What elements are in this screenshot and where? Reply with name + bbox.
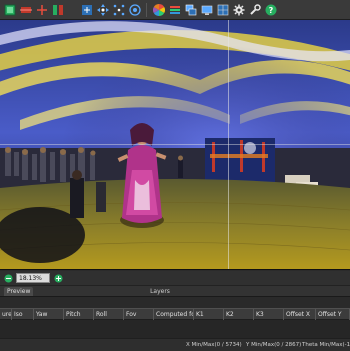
select-points-icon[interactable]	[111, 2, 126, 17]
layers-panel: ure Iso Yaw Pitch Roll Fov Computed foca…	[0, 296, 350, 351]
levels-icon[interactable]	[167, 2, 182, 17]
panorama-image	[0, 20, 350, 269]
zoom-controls	[0, 271, 350, 285]
panorama-icon[interactable]	[18, 2, 33, 17]
toolbar: ?	[0, 0, 350, 20]
color-wheel-icon[interactable]	[151, 2, 166, 17]
help-icon[interactable]: ?	[263, 2, 278, 17]
monitor-icon[interactable]	[199, 2, 214, 17]
table-header: ure Iso Yaw Pitch Roll Fov Computed foca…	[0, 308, 350, 321]
wrench-icon[interactable]	[247, 2, 262, 17]
status-theta-minmax: Theta Min/Max(-180.0	[302, 342, 350, 348]
zoom-in-icon[interactable]	[53, 273, 63, 283]
layers-icon[interactable]	[183, 2, 198, 17]
horizontal-guide-line[interactable]	[0, 144, 350, 145]
toolbar-separator	[146, 2, 147, 17]
table-body[interactable]	[0, 320, 350, 338]
tab-layers[interactable]: Layers	[0, 287, 320, 296]
panel-handle-icon[interactable]	[1, 301, 5, 316]
grid-toggle-icon[interactable]	[2, 2, 17, 17]
app-window: ? 18.13% Preview Layers ure Iso Yaw Pitc…	[0, 0, 350, 351]
panorama-viewport[interactable]	[0, 20, 350, 270]
target-icon[interactable]	[127, 2, 142, 17]
status-x-minmax: X Min/Max(0 / 5734)	[186, 342, 242, 348]
preview-grid-icon[interactable]	[215, 2, 230, 17]
vertical-guide-line[interactable]	[228, 20, 229, 269]
status-y-minmax: Y Min/Max(0 / 2867)	[246, 342, 302, 348]
gear-icon[interactable]	[231, 2, 246, 17]
arrows-expand-icon[interactable]	[95, 2, 110, 17]
zoom-value-field[interactable]	[16, 273, 50, 283]
svg-text:?: ?	[268, 6, 273, 15]
crop-icon[interactable]	[34, 2, 49, 17]
status-bar: X Min/Max(0 / 5734) Y Min/Max(0 / 2867) …	[0, 338, 350, 351]
move-icon[interactable]	[79, 2, 94, 17]
split-view-icon[interactable]	[50, 2, 65, 17]
panel-tabs: Preview Layers	[0, 285, 350, 296]
zoom-out-icon[interactable]	[3, 273, 13, 283]
